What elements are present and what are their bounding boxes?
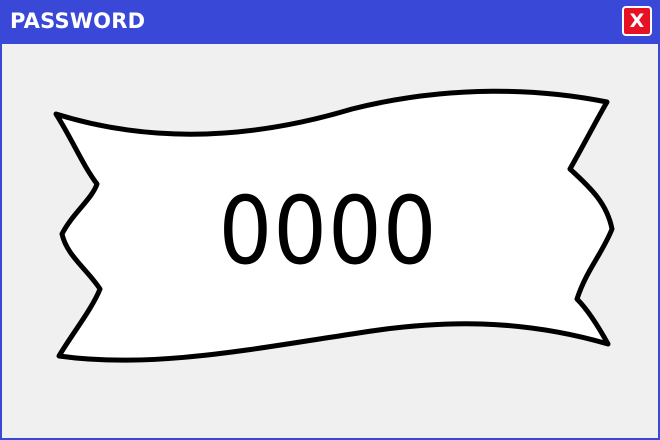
password-value: 0000 [218, 177, 438, 286]
window-title: PASSWORD [10, 9, 146, 33]
close-button[interactable]: X [622, 6, 652, 36]
password-window: PASSWORD X 0000 [0, 0, 660, 440]
title-bar[interactable]: PASSWORD X [0, 0, 660, 44]
window-content: 0000 [2, 44, 658, 438]
